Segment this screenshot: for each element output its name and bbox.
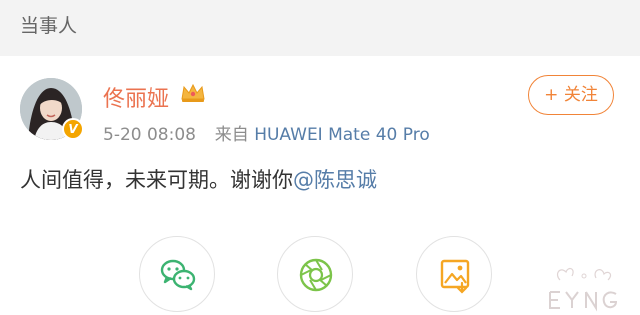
section-title: 当事人 bbox=[20, 15, 78, 37]
post-meta: 5-20 08:08 来自 HUAWEI Mate 40 Pro bbox=[103, 120, 430, 145]
save-image-button[interactable] bbox=[416, 236, 492, 312]
save-image-icon bbox=[440, 259, 470, 294]
crown-icon bbox=[181, 83, 205, 102]
moments-icon bbox=[299, 258, 333, 292]
share-wechat-button[interactable] bbox=[139, 236, 215, 312]
device-link[interactable]: HUAWEI Mate 40 Pro bbox=[254, 125, 430, 145]
verified-badge: V bbox=[62, 118, 84, 140]
share-moments-button[interactable] bbox=[277, 236, 353, 312]
mention-link[interactable]: @陈思诚 bbox=[293, 168, 377, 192]
post-text: 人间值得，未来可期。谢谢你@陈思诚 bbox=[20, 164, 377, 194]
post-body: 人间值得，未来可期。谢谢你 bbox=[20, 168, 293, 192]
source-prefix: 来自 bbox=[214, 125, 249, 145]
section-header: 当事人 bbox=[0, 0, 640, 56]
watermark-logo bbox=[549, 267, 618, 312]
wechat-icon bbox=[160, 259, 196, 291]
username[interactable]: 佟丽娅 bbox=[103, 81, 169, 113]
follow-button[interactable]: + 关注 bbox=[528, 75, 614, 115]
post-date: 5-20 08:08 bbox=[103, 125, 196, 145]
